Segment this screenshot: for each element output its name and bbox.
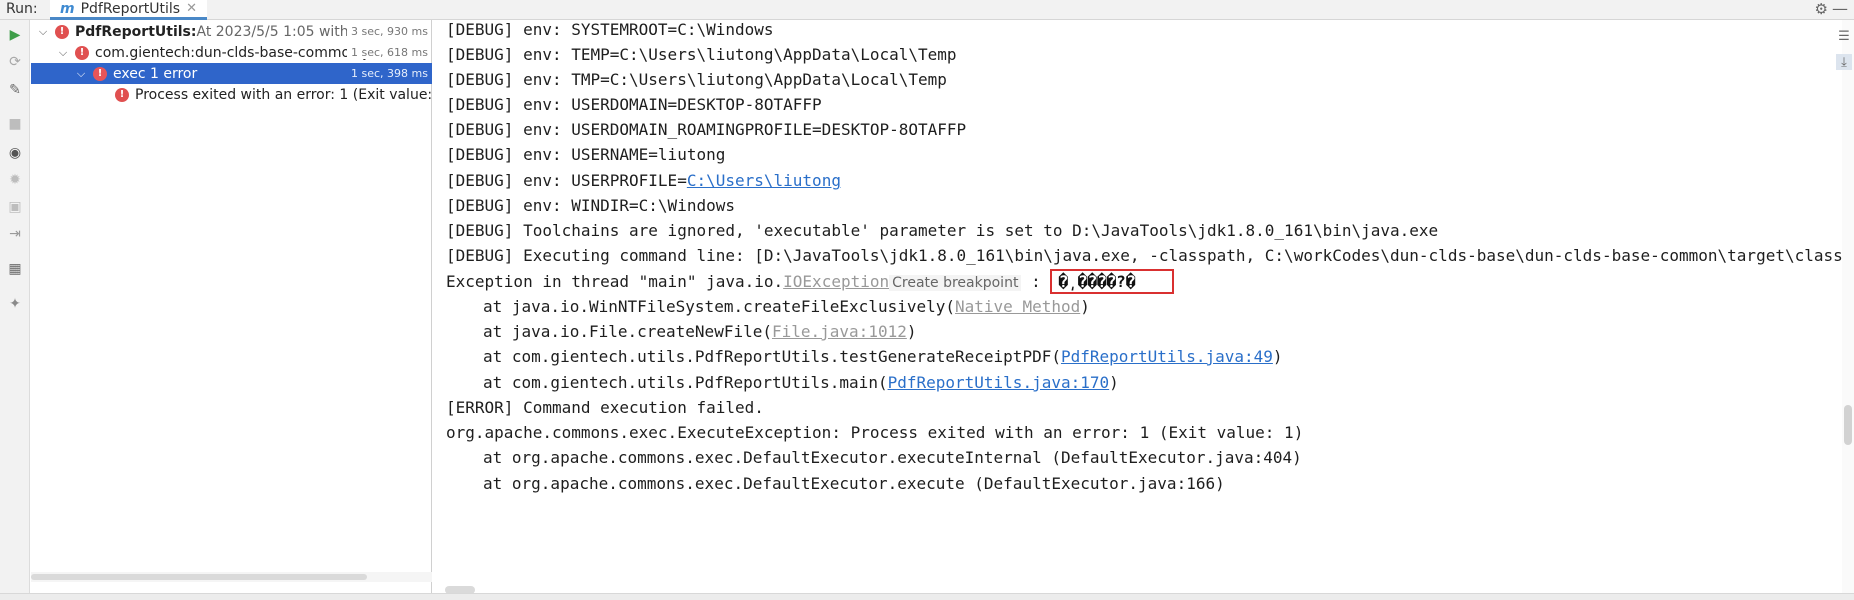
- console-text: at java.io.WinNTFileSystem.createFileExc…: [483, 297, 956, 316]
- scroll-to-end-icon[interactable]: ⤓: [1836, 54, 1852, 70]
- tab-pdfreportutils[interactable]: m PdfReportUtils ✕: [50, 0, 207, 20]
- console-line: [DEBUG] Toolchains are ignored, 'executa…: [446, 221, 1439, 240]
- error-icon: !: [115, 87, 129, 102]
- tree-row-title: exec 1 error: [113, 65, 198, 82]
- wrap-lines-icon[interactable]: ☰: [1836, 28, 1852, 44]
- minimize-icon[interactable]: —: [1832, 0, 1848, 18]
- debug-icon[interactable]: ✹: [6, 171, 24, 189]
- chevron-down-icon[interactable]: ⌵: [75, 67, 87, 81]
- source-link[interactable]: PdfReportUtils.java:49: [1061, 347, 1273, 366]
- tree-horizontal-scrollbar[interactable]: [31, 572, 432, 582]
- error-icon: !: [75, 45, 89, 60]
- tab-label: PdfReportUtils: [80, 0, 181, 17]
- camera-icon[interactable]: ▣: [6, 198, 24, 216]
- path-link[interactable]: C:\Users\liutong: [687, 171, 841, 190]
- gear-icon[interactable]: ⚙: [1815, 0, 1828, 18]
- console-text: at com.gientech.utils.PdfReportUtils.tes…: [483, 347, 1061, 366]
- source-link[interactable]: File.java:1012: [772, 322, 907, 341]
- console-line: [ERROR] Command execution failed.: [446, 398, 764, 417]
- chevron-down-icon[interactable]: ⌵: [37, 25, 49, 39]
- console-text: Exception in thread "main" java.io.: [446, 272, 784, 291]
- console-line: [DEBUG] env: USERPROFILE=C:\Users\liuton…: [446, 168, 841, 193]
- stack-frame-line: at com.gientech.utils.PdfReportUtils.mai…: [483, 370, 1119, 395]
- console-text: at com.gientech.utils.PdfReportUtils.mai…: [483, 373, 888, 392]
- console-line: [DEBUG] env: USERDOMAIN=DESKTOP-8OTAFFP: [446, 95, 822, 114]
- stack-frame-line: at java.io.File.createNewFile(File.java:…: [483, 319, 916, 344]
- scrollbar-thumb[interactable]: [1844, 405, 1852, 445]
- bottom-toolbar: [0, 593, 1854, 600]
- error-icon: !: [93, 66, 107, 81]
- stop-icon[interactable]: ■: [6, 115, 24, 133]
- console-text: :: [1021, 272, 1051, 291]
- tree-row-error-message[interactable]: ! Process exited with an error: 1 (Exit …: [31, 84, 451, 105]
- source-link[interactable]: Native Method: [955, 297, 1080, 316]
- console-line: org.apache.commons.exec.ExecuteException…: [446, 423, 1304, 442]
- tree-row-duration: 3 sec, 930 ms: [347, 25, 428, 38]
- tree-row-title: com.gientech:dun-clds-base-common:jar:: [95, 44, 387, 61]
- chevron-down-icon[interactable]: ⌵: [57, 46, 69, 60]
- console-text: ): [906, 322, 917, 341]
- create-breakpoint-hint[interactable]: Create breakpoint: [889, 275, 1022, 291]
- console-text: [DEBUG] env: USERPROFILE=: [446, 171, 687, 190]
- console-text: ): [1272, 347, 1283, 366]
- exception-class-link[interactable]: IOException: [783, 272, 889, 291]
- wrench-icon[interactable]: ✎: [6, 81, 24, 99]
- console-text: at java.io.File.createNewFile(: [483, 322, 772, 341]
- tree-row-root[interactable]: ⌵ ! PdfReportUtils: At 2023/5/5 1:05 wit…: [31, 21, 432, 42]
- console-text: ): [1109, 373, 1119, 392]
- run-label: Run:: [6, 1, 38, 17]
- close-icon[interactable]: ✕: [186, 1, 197, 16]
- garbled-message-highlight: �͵����?�: [1050, 269, 1175, 294]
- error-icon: !: [55, 24, 69, 39]
- console-line: [DEBUG] env: TMP=C:\Users\liutong\AppDat…: [446, 70, 947, 89]
- tree-row-exec[interactable]: ⌵ ! exec 1 error 1 sec, 398 ms: [31, 63, 432, 84]
- tree-row-module[interactable]: ⌵ ! com.gientech:dun-clds-base-common:ja…: [31, 42, 432, 63]
- console-output[interactable]: [DEBUG] env: SYSTEMROOT=C:\Windows [DEBU…: [433, 20, 1854, 600]
- rerun-failed-icon[interactable]: ⟳: [6, 53, 24, 71]
- eye-icon[interactable]: ◉: [6, 144, 24, 162]
- source-link[interactable]: PdfReportUtils.java:170: [888, 373, 1110, 392]
- maven-run-config-icon: m: [60, 0, 75, 17]
- stack-frame-line: at com.gientech.utils.PdfReportUtils.tes…: [483, 344, 1283, 369]
- console-side-toolbar: ☰ ⤓: [1834, 20, 1854, 120]
- tree-row-duration: 1 sec, 618 ms: [347, 46, 428, 59]
- console-text: ): [1080, 297, 1090, 316]
- tree-row-duration: 1 sec, 398 ms: [347, 67, 428, 80]
- rerun-icon[interactable]: ▶: [6, 26, 24, 44]
- console-line: [DEBUG] env: WINDIR=C:\Windows: [446, 196, 735, 215]
- run-tree-panel: ⌵ ! PdfReportUtils: At 2023/5/5 1:05 wit…: [31, 20, 451, 600]
- layout-icon[interactable]: ▦: [6, 260, 24, 278]
- tree-row-title: PdfReportUtils:: [75, 23, 197, 40]
- scrollbar-thumb[interactable]: [31, 574, 367, 580]
- stack-frame-line: at org.apache.commons.exec.DefaultExecut…: [483, 448, 1302, 467]
- login-icon[interactable]: ⇥: [6, 225, 24, 243]
- console-line: [DEBUG] Executing command line: [D:\Java…: [446, 246, 1854, 265]
- tree-row-title: Process exited with an error: 1 (Exit va…: [135, 86, 451, 103]
- console-line: [DEBUG] env: USERNAME=liutong: [446, 145, 726, 164]
- console-line: [DEBUG] env: SYSTEMROOT=C:\Windows: [446, 20, 774, 39]
- stack-frame-line: at java.io.WinNTFileSystem.createFileExc…: [483, 294, 1090, 319]
- pin-icon[interactable]: ✦: [6, 295, 24, 313]
- run-toolbar: ▶ ⟳ ✎ ■ ◉ ✹ ▣ ⇥ ▦ ✦: [0, 20, 30, 600]
- console-line: [DEBUG] env: TEMP=C:\Users\liutong\AppDa…: [446, 45, 957, 64]
- stack-frame-line: at org.apache.commons.exec.DefaultExecut…: [483, 474, 1225, 493]
- run-tool-window-header: Run: m PdfReportUtils ✕ ⚙ —: [0, 0, 1854, 20]
- console-line: [DEBUG] env: USERDOMAIN_ROAMINGPROFILE=D…: [446, 120, 967, 139]
- exception-line: Exception in thread "main" java.io.IOExc…: [446, 269, 1175, 294]
